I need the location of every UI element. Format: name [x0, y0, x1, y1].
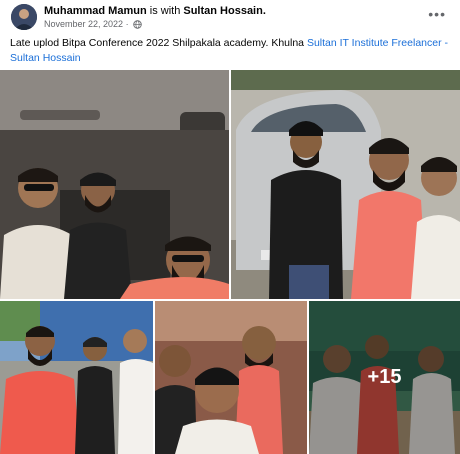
more-options-icon[interactable]: ••• — [428, 6, 446, 22]
caption-link-sultan[interactable]: Sultan Hossain — [10, 52, 81, 64]
author-name[interactable]: Muhammad Mamun — [44, 5, 147, 17]
post-date[interactable]: November 22, 2022 — [44, 19, 123, 29]
photo-outdoor-group[interactable] — [0, 301, 153, 454]
post-header: Muhammad Mamun is with Sultan Hossain. N… — [0, 0, 460, 34]
tagged-person[interactable]: Sultan Hossain — [183, 5, 262, 17]
photo-close-selfie[interactable] — [155, 301, 307, 454]
caption-text: Late uplod Bitpa Conference 2022 Shilpak… — [10, 37, 305, 49]
author-line: Muhammad Mamun is with Sultan Hossain. — [44, 5, 266, 17]
photo-car-interior[interactable] — [0, 70, 229, 299]
with-text: is with — [149, 5, 181, 17]
post-caption: Late uplod Bitpa Conference 2022 Shilpak… — [10, 36, 450, 66]
caption-link-freelancer[interactable]: Freelancer - — [391, 37, 448, 49]
globe-icon — [133, 20, 142, 31]
post-meta: November 22, 2022 · — [44, 19, 142, 31]
photo-by-car[interactable] — [231, 70, 460, 299]
author-avatar[interactable] — [11, 4, 37, 30]
more-photos-count[interactable]: +15 — [309, 301, 460, 454]
photo-stadium-more[interactable]: +15 — [309, 301, 460, 454]
caption-link-institute[interactable]: Sultan IT Institute — [307, 37, 389, 49]
